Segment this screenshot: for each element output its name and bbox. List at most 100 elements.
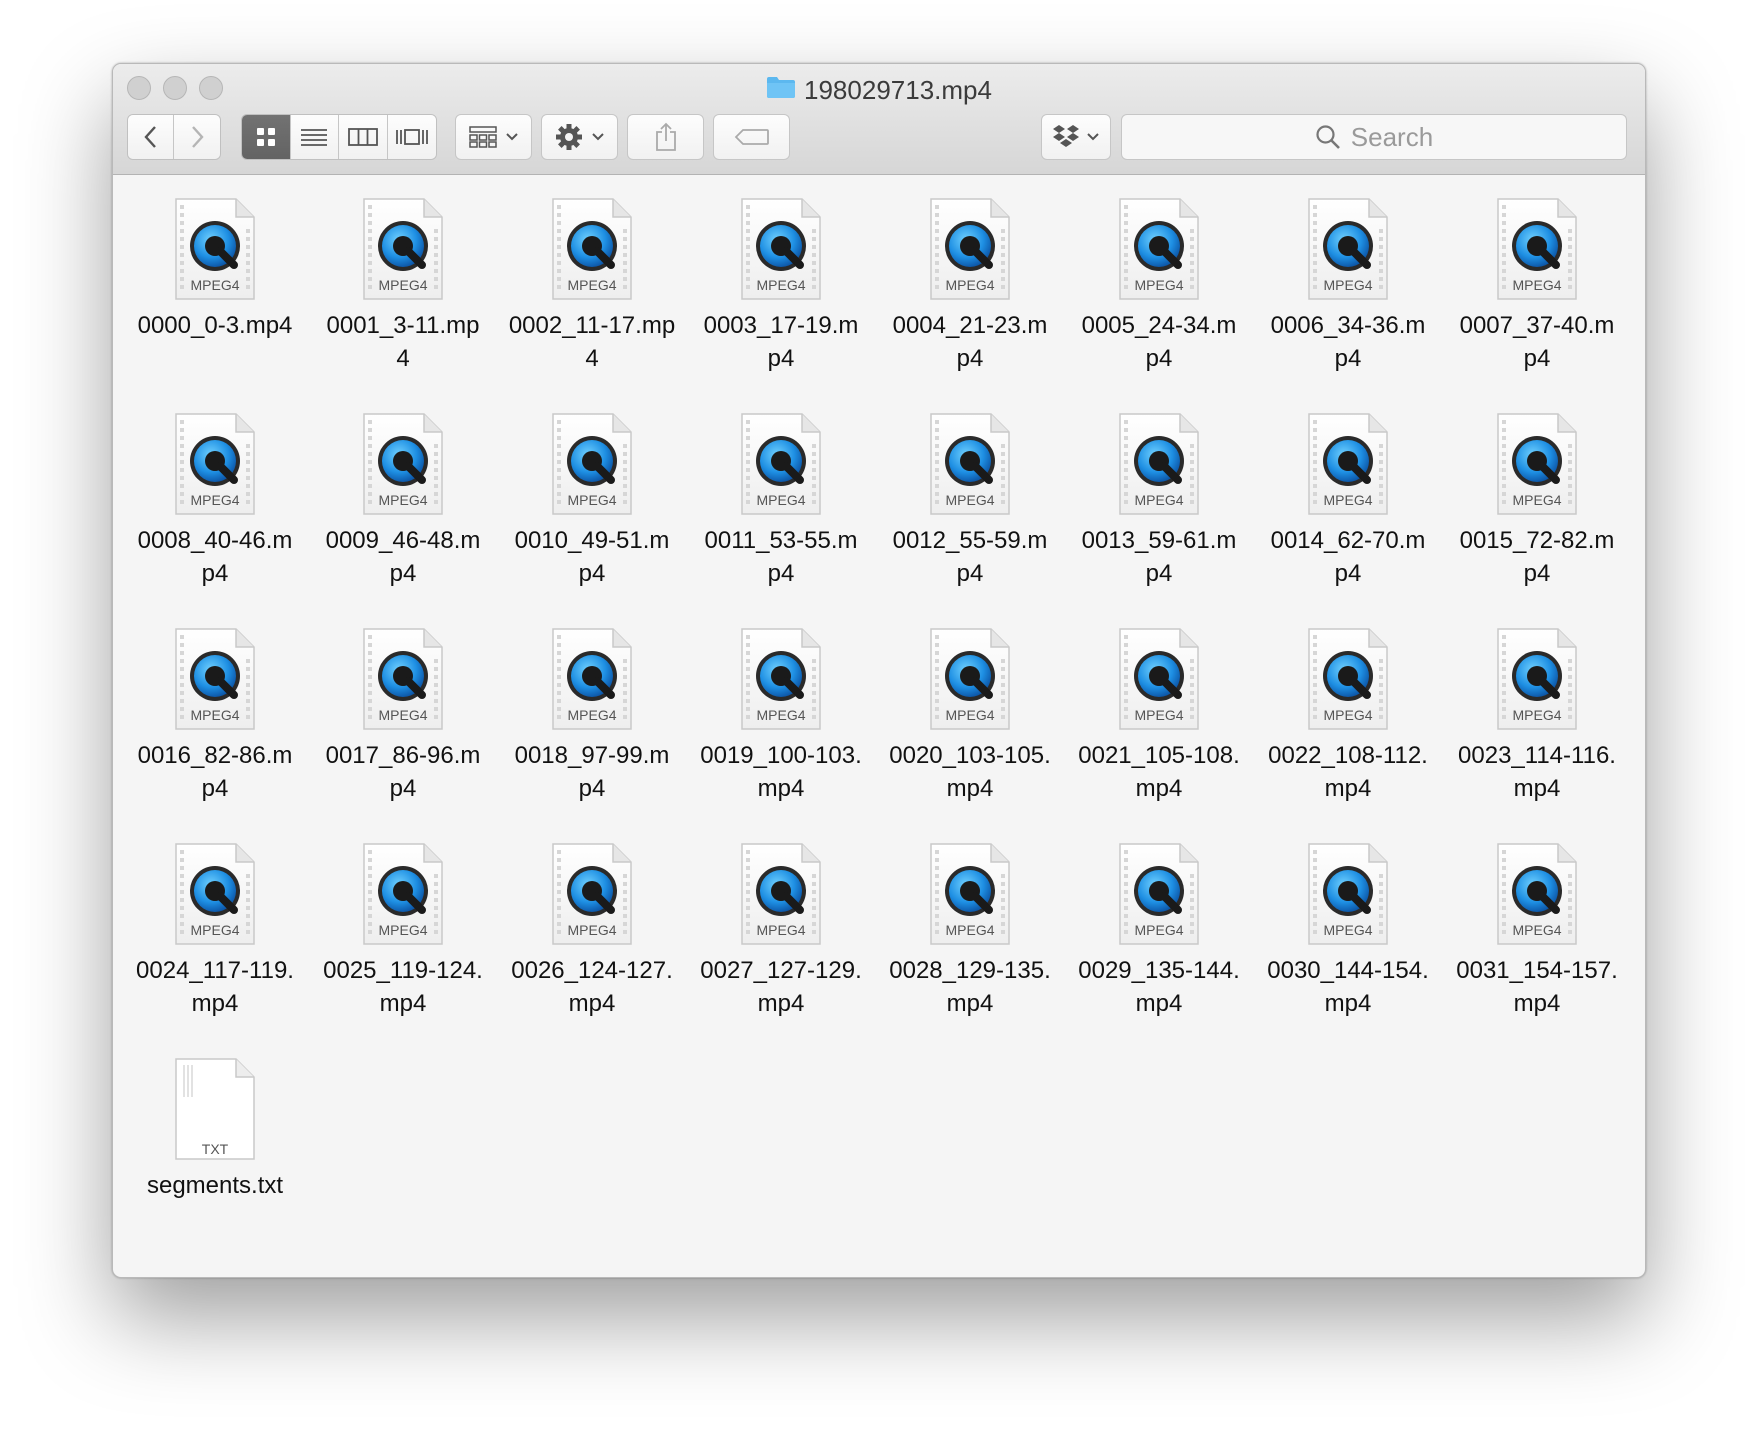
file-name: 0005_24-34.m p4 bbox=[1081, 312, 1237, 372]
file-item[interactable]: TXT segments.txt bbox=[121, 1057, 309, 1202]
quicktime-mpeg4-icon: MPEG4 bbox=[1118, 627, 1200, 731]
forward-button[interactable] bbox=[174, 115, 220, 159]
file-item[interactable]: MPEG4 0028_129-135. mp4 bbox=[876, 842, 1064, 1020]
file-type-label: MPEG4 bbox=[378, 492, 428, 508]
file-item[interactable]: MPEG4 0008_40-46.m p4 bbox=[121, 412, 309, 590]
file-type-label: MPEG4 bbox=[1323, 922, 1373, 938]
file-item[interactable]: MPEG4 0023_114-116. mp4 bbox=[1443, 627, 1631, 805]
text-file-icon: TXT bbox=[174, 1057, 256, 1161]
file-item[interactable]: MPEG4 0025_119-124. mp4 bbox=[309, 842, 497, 1020]
file-name: 0000_0-3.mp4 bbox=[137, 312, 293, 339]
file-name: 0004_21-23.m p4 bbox=[892, 312, 1048, 372]
file-item[interactable]: MPEG4 0016_82-86.m p4 bbox=[121, 627, 309, 805]
file-type-label: MPEG4 bbox=[1512, 277, 1562, 293]
quicktime-mpeg4-icon: MPEG4 bbox=[1307, 627, 1389, 731]
file-item[interactable]: MPEG4 0024_117-119. mp4 bbox=[121, 842, 309, 1020]
quicktime-mpeg4-icon: MPEG4 bbox=[929, 197, 1011, 301]
chevron-down-icon bbox=[505, 133, 518, 141]
file-name: 0022_108-112. mp4 bbox=[1268, 742, 1428, 802]
icon-view-button[interactable] bbox=[242, 115, 291, 159]
quicktime-mpeg4-icon: MPEG4 bbox=[740, 627, 822, 731]
file-name: 0024_117-119. mp4 bbox=[136, 957, 294, 1017]
back-button[interactable] bbox=[128, 115, 175, 159]
file-item[interactable]: MPEG4 0021_105-108. mp4 bbox=[1065, 627, 1253, 805]
file-item[interactable]: MPEG4 0010_49-51.m p4 bbox=[498, 412, 686, 590]
dropbox-button[interactable] bbox=[1041, 114, 1111, 160]
file-item[interactable]: MPEG4 0014_62-70.m p4 bbox=[1254, 412, 1442, 590]
gear-icon bbox=[555, 124, 582, 150]
file-name: 0010_49-51.m p4 bbox=[514, 527, 670, 587]
file-type-label: MPEG4 bbox=[1134, 707, 1184, 723]
file-item[interactable]: MPEG4 0017_86-96.m p4 bbox=[309, 627, 497, 805]
file-name: 0014_62-70.m p4 bbox=[1270, 527, 1426, 587]
cover-flow-icon bbox=[395, 129, 428, 145]
cover-flow-view-button[interactable] bbox=[387, 115, 436, 159]
file-item[interactable]: MPEG4 0006_34-36.m p4 bbox=[1254, 197, 1442, 375]
file-item[interactable]: MPEG4 0029_135-144. mp4 bbox=[1065, 842, 1253, 1020]
file-name: 0001_3-11.mp 4 bbox=[326, 312, 480, 372]
quicktime-mpeg4-icon: MPEG4 bbox=[1307, 842, 1389, 946]
file-type-label: MPEG4 bbox=[1134, 277, 1184, 293]
file-item[interactable]: MPEG4 0003_17-19.m p4 bbox=[687, 197, 875, 375]
file-type-label: MPEG4 bbox=[567, 707, 617, 723]
file-item[interactable]: MPEG4 0007_37-40.m p4 bbox=[1443, 197, 1631, 375]
file-item[interactable]: MPEG4 0000_0-3.mp4 bbox=[121, 197, 309, 342]
file-name: 0016_82-86.m p4 bbox=[137, 742, 293, 802]
file-type-label: MPEG4 bbox=[378, 277, 428, 293]
quicktime-mpeg4-icon: MPEG4 bbox=[740, 842, 822, 946]
arrange-button[interactable] bbox=[455, 114, 532, 160]
tag-icon bbox=[734, 129, 769, 145]
file-item[interactable]: MPEG4 0027_127-129. mp4 bbox=[687, 842, 875, 1020]
search-field[interactable]: Search bbox=[1121, 114, 1627, 160]
file-item[interactable]: MPEG4 0018_97-99.m p4 bbox=[498, 627, 686, 805]
file-type-label: MPEG4 bbox=[378, 922, 428, 938]
file-item[interactable]: MPEG4 0019_100-103. mp4 bbox=[687, 627, 875, 805]
quicktime-mpeg4-icon: MPEG4 bbox=[1496, 627, 1578, 731]
tags-button[interactable] bbox=[713, 114, 790, 160]
file-item[interactable]: MPEG4 0026_124-127. mp4 bbox=[498, 842, 686, 1020]
file-item[interactable]: MPEG4 0020_103-105. mp4 bbox=[876, 627, 1064, 805]
folder-icon bbox=[766, 72, 796, 108]
file-item[interactable]: MPEG4 0031_154-157. mp4 bbox=[1443, 842, 1631, 1020]
file-name: 0011_53-55.m p4 bbox=[704, 527, 858, 587]
share-button[interactable] bbox=[627, 114, 704, 160]
file-item[interactable]: MPEG4 0013_59-61.m p4 bbox=[1065, 412, 1253, 590]
file-type-label: MPEG4 bbox=[945, 277, 995, 293]
file-item[interactable]: MPEG4 0011_53-55.m p4 bbox=[687, 412, 875, 590]
file-item[interactable]: MPEG4 0009_46-48.m p4 bbox=[309, 412, 497, 590]
quicktime-mpeg4-icon: MPEG4 bbox=[551, 627, 633, 731]
file-type-label: MPEG4 bbox=[945, 922, 995, 938]
file-grid: MPEG4 0000_0-3.mp4 MPEG4 0001_3-11.mp 4 bbox=[113, 175, 1645, 1277]
window-title-text: 198029713.mp4 bbox=[804, 75, 992, 105]
file-item[interactable]: MPEG4 0005_24-34.m p4 bbox=[1065, 197, 1253, 375]
file-item[interactable]: MPEG4 0001_3-11.mp 4 bbox=[309, 197, 497, 375]
file-type-label: MPEG4 bbox=[1134, 492, 1184, 508]
file-name: 0013_59-61.m p4 bbox=[1081, 527, 1237, 587]
file-item[interactable]: MPEG4 0022_108-112. mp4 bbox=[1254, 627, 1442, 805]
file-type-label: MPEG4 bbox=[756, 277, 806, 293]
file-item[interactable]: MPEG4 0004_21-23.m p4 bbox=[876, 197, 1064, 375]
quicktime-mpeg4-icon: MPEG4 bbox=[740, 197, 822, 301]
file-type-label: MPEG4 bbox=[945, 492, 995, 508]
file-name: 0006_34-36.m p4 bbox=[1270, 312, 1426, 372]
quicktime-mpeg4-icon: MPEG4 bbox=[551, 197, 633, 301]
file-item[interactable]: MPEG4 0012_55-59.m p4 bbox=[876, 412, 1064, 590]
file-item[interactable]: MPEG4 0015_72-82.m p4 bbox=[1443, 412, 1631, 590]
file-name: 0029_135-144. mp4 bbox=[1078, 957, 1240, 1017]
quicktime-mpeg4-icon: MPEG4 bbox=[1496, 197, 1578, 301]
file-item[interactable]: MPEG4 0002_11-17.mp 4 bbox=[498, 197, 686, 375]
file-type-label: MPEG4 bbox=[1323, 492, 1373, 508]
file-type-label: MPEG4 bbox=[1512, 707, 1562, 723]
quicktime-mpeg4-icon: MPEG4 bbox=[740, 412, 822, 516]
action-button[interactable] bbox=[541, 114, 618, 160]
file-name: 0031_154-157. mp4 bbox=[1456, 957, 1618, 1017]
list-view-button[interactable] bbox=[290, 115, 339, 159]
chevron-right-icon bbox=[192, 126, 204, 148]
column-view-button[interactable] bbox=[339, 115, 388, 159]
quicktime-mpeg4-icon: MPEG4 bbox=[174, 412, 256, 516]
file-type-label: MPEG4 bbox=[1323, 707, 1373, 723]
file-name: 0019_100-103. mp4 bbox=[700, 742, 862, 802]
file-type-label: MPEG4 bbox=[567, 922, 617, 938]
file-name: 0027_127-129. mp4 bbox=[700, 957, 862, 1017]
file-item[interactable]: MPEG4 0030_144-154. mp4 bbox=[1254, 842, 1442, 1020]
